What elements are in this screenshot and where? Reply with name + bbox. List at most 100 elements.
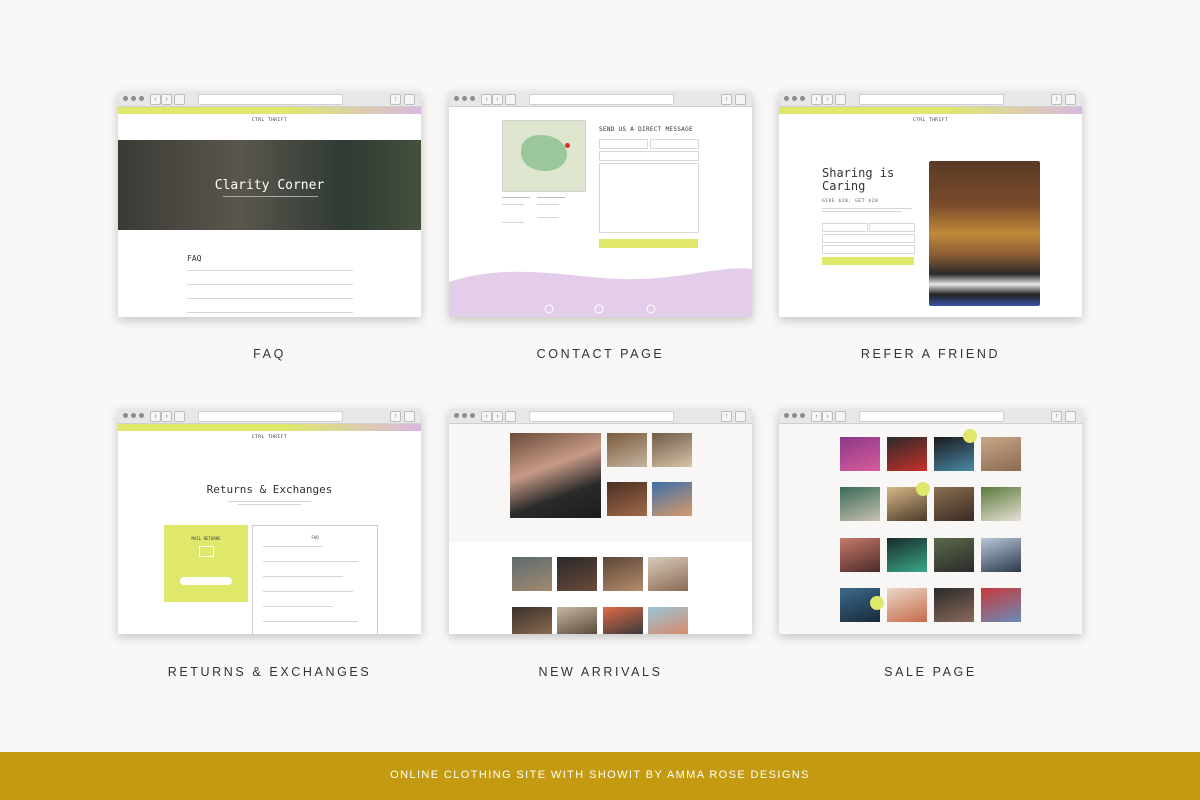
product-image[interactable] — [603, 607, 643, 634]
faq-row-1[interactable] — [187, 270, 353, 271]
friend-last-name-field[interactable] — [869, 223, 915, 232]
sale-product-image[interactable] — [887, 538, 927, 572]
your-email-field[interactable] — [822, 245, 915, 254]
message-field[interactable] — [599, 163, 699, 233]
faq-item[interactable] — [263, 546, 323, 547]
sale-product-image[interactable] — [840, 437, 880, 471]
product-image[interactable] — [557, 557, 597, 591]
sale-product-image[interactable] — [981, 487, 1021, 521]
faq-item[interactable] — [263, 561, 358, 562]
product-image[interactable] — [512, 607, 552, 634]
window-minimize-icon[interactable] — [131, 413, 136, 418]
returns-exchanges-preview[interactable]: ‹ › ↑ CTRL THRIFT Returns & Exchanges MA… — [118, 409, 421, 634]
friend-first-name-field[interactable] — [822, 223, 868, 232]
product-image[interactable] — [557, 607, 597, 634]
first-name-field[interactable] — [599, 139, 648, 149]
friend-email-field[interactable] — [822, 234, 915, 243]
window-zoom-icon[interactable] — [139, 413, 144, 418]
sale-product-image[interactable] — [840, 538, 880, 572]
faq-row-2[interactable] — [187, 284, 353, 285]
back-arrow-icon[interactable]: ‹ — [150, 411, 161, 422]
window-close-icon[interactable] — [454, 96, 459, 101]
sale-product-image[interactable] — [934, 487, 974, 521]
sale-product-image[interactable] — [934, 588, 974, 622]
address-bar[interactable] — [198, 94, 343, 105]
faq-item[interactable] — [263, 606, 333, 607]
last-name-field[interactable] — [650, 139, 699, 149]
address-bar[interactable] — [198, 411, 343, 422]
window-zoom-icon[interactable] — [470, 413, 475, 418]
faq-row-3[interactable] — [187, 298, 353, 299]
sale-product-image[interactable] — [887, 588, 927, 622]
product-image[interactable] — [652, 482, 692, 516]
sale-page-preview[interactable]: ‹ › ↑ — [779, 409, 1082, 634]
window-close-icon[interactable] — [454, 413, 459, 418]
window-minimize-icon[interactable] — [462, 413, 467, 418]
share-icon[interactable]: ↑ — [721, 411, 732, 422]
sale-product-image[interactable] — [887, 437, 927, 471]
window-close-icon[interactable] — [123, 96, 128, 101]
faq-item[interactable] — [263, 576, 343, 577]
sale-product-image[interactable] — [934, 538, 974, 572]
window-zoom-icon[interactable] — [800, 413, 805, 418]
submit-button[interactable] — [599, 239, 698, 248]
tabs-icon[interactable] — [735, 94, 746, 105]
tabs-icon[interactable] — [1065, 94, 1076, 105]
location-map[interactable] — [502, 120, 586, 192]
forward-arrow-icon[interactable]: › — [492, 411, 503, 422]
sale-product-image[interactable] — [981, 538, 1021, 572]
sale-product-image[interactable] — [840, 487, 880, 521]
address-bar[interactable] — [529, 411, 674, 422]
product-image[interactable] — [603, 557, 643, 591]
share-icon[interactable]: ↑ — [1051, 411, 1062, 422]
forward-arrow-icon[interactable]: › — [161, 411, 172, 422]
faq-row-4[interactable] — [187, 312, 353, 313]
back-arrow-icon[interactable]: ‹ — [811, 411, 822, 422]
product-image[interactable] — [512, 557, 552, 591]
sidebar-icon[interactable] — [505, 94, 516, 105]
sidebar-icon[interactable] — [835, 411, 846, 422]
sidebar-icon[interactable] — [174, 94, 185, 105]
faq-item[interactable] — [263, 591, 353, 592]
product-image[interactable] — [648, 607, 688, 634]
back-arrow-icon[interactable]: ‹ — [481, 94, 492, 105]
window-zoom-icon[interactable] — [139, 96, 144, 101]
tabs-icon[interactable] — [1065, 411, 1076, 422]
email-field[interactable] — [599, 151, 699, 161]
address-bar[interactable] — [529, 94, 674, 105]
tabs-icon[interactable] — [404, 94, 415, 105]
sidebar-icon[interactable] — [174, 411, 185, 422]
tabs-icon[interactable] — [404, 411, 415, 422]
forward-arrow-icon[interactable]: › — [822, 94, 833, 105]
site-logo[interactable]: CTRL THRIFT — [779, 118, 1082, 123]
window-close-icon[interactable] — [784, 413, 789, 418]
sidebar-icon[interactable] — [835, 94, 846, 105]
back-arrow-icon[interactable]: ‹ — [811, 94, 822, 105]
faq-page-preview[interactable]: ‹ › ↑ CTRL THRIFT Clarity Corner FAQ — [118, 92, 421, 317]
forward-arrow-icon[interactable]: › — [161, 94, 172, 105]
window-minimize-icon[interactable] — [792, 413, 797, 418]
tabs-icon[interactable] — [735, 411, 746, 422]
map-pin-icon[interactable] — [565, 143, 570, 148]
sidebar-icon[interactable] — [505, 411, 516, 422]
sale-product-image[interactable] — [981, 437, 1021, 471]
product-image[interactable] — [607, 482, 647, 516]
refer-a-friend-preview[interactable]: ‹ › ↑ CTRL THRIFT Sharing is Caring GIVE… — [779, 92, 1082, 317]
address-bar[interactable] — [859, 94, 1004, 105]
site-logo[interactable]: CTRL THRIFT — [118, 435, 421, 440]
share-icon[interactable]: ↑ — [390, 94, 401, 105]
sale-product-image[interactable] — [981, 588, 1021, 622]
window-minimize-icon[interactable] — [131, 96, 136, 101]
featured-product-image[interactable] — [510, 433, 601, 518]
contact-page-preview[interactable]: ‹ › ↑ SEND US A DIRECT MESSAGE — [449, 92, 752, 317]
window-minimize-icon[interactable] — [462, 96, 467, 101]
address-bar[interactable] — [859, 411, 1004, 422]
new-arrivals-preview[interactable]: ‹ › ↑ — [449, 409, 752, 634]
window-close-icon[interactable] — [123, 413, 128, 418]
product-image[interactable] — [648, 557, 688, 591]
share-icon[interactable]: ↑ — [1051, 94, 1062, 105]
share-icon[interactable]: ↑ — [721, 94, 732, 105]
back-arrow-icon[interactable]: ‹ — [150, 94, 161, 105]
product-image[interactable] — [607, 433, 647, 467]
share-icon[interactable]: ↑ — [390, 411, 401, 422]
